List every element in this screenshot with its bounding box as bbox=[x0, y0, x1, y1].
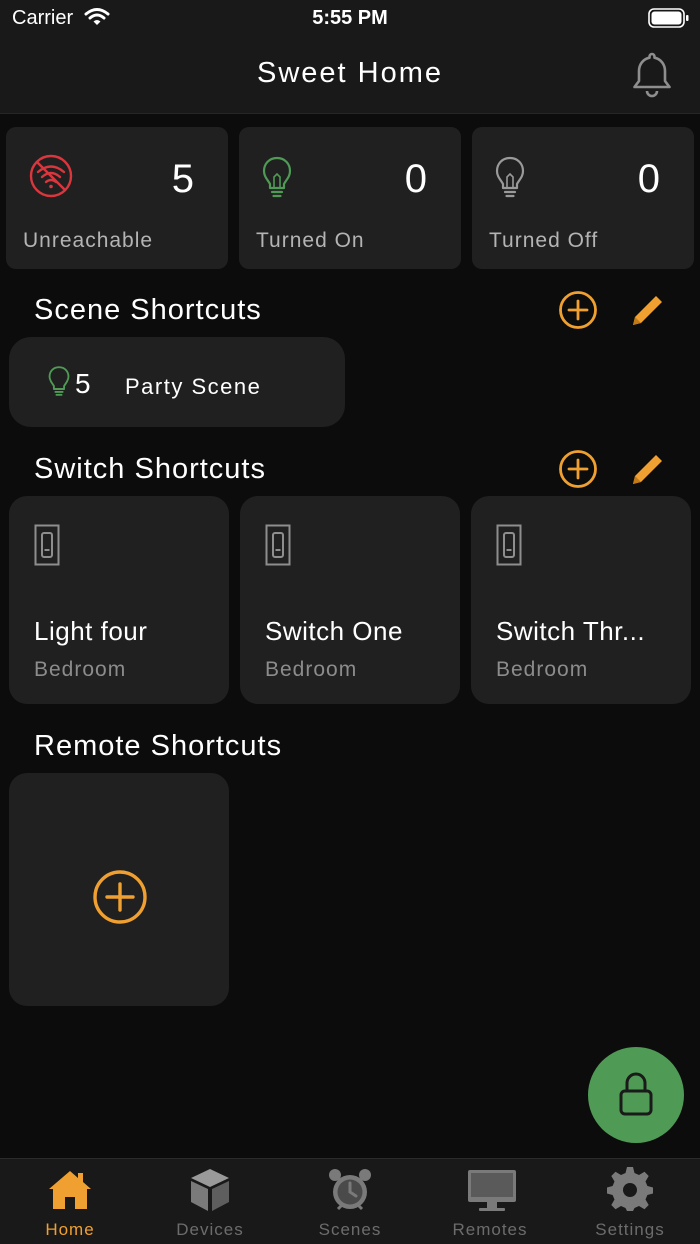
pencil-icon bbox=[633, 296, 662, 325]
pencil-icon bbox=[633, 455, 662, 484]
wall-switch-icon bbox=[34, 524, 60, 571]
bulb-off-icon bbox=[494, 155, 526, 204]
wall-switch-icon bbox=[265, 524, 291, 571]
plus-circle-icon bbox=[92, 869, 148, 930]
scene-device-count: 5 bbox=[75, 368, 91, 399]
switch-room: Bedroom bbox=[265, 658, 358, 681]
switch-name: Switch One bbox=[265, 616, 403, 646]
edit-switch-shortcuts-button[interactable] bbox=[628, 451, 666, 494]
battery-icon bbox=[648, 8, 690, 33]
lock-button[interactable] bbox=[588, 1047, 684, 1143]
monitor-icon bbox=[467, 1167, 517, 1218]
scene-name: Party Scene bbox=[125, 374, 262, 399]
stat-card-turned-off[interactable]: 0 Turned Off bbox=[472, 127, 694, 269]
bell-icon[interactable] bbox=[630, 50, 674, 103]
status-time: 5:55 PM bbox=[312, 7, 388, 29]
tab-scenes[interactable]: Scenes bbox=[280, 1159, 420, 1244]
stat-label: Turned Off bbox=[489, 229, 599, 252]
stat-card-unreachable[interactable]: 5 Unreachable bbox=[6, 127, 228, 269]
edit-scene-shortcuts-button[interactable] bbox=[628, 292, 666, 335]
tab-label: Settings bbox=[595, 1220, 665, 1239]
tab-label: Home bbox=[45, 1220, 95, 1239]
lock-icon bbox=[619, 1072, 653, 1116]
tab-remotes[interactable]: Remotes bbox=[420, 1159, 560, 1244]
tab-label: Devices bbox=[176, 1220, 244, 1239]
bulb-on-icon bbox=[261, 155, 293, 204]
tab-bar: Home Devices Scenes Remotes Settings bbox=[0, 1158, 700, 1244]
add-switch-shortcut-button[interactable] bbox=[558, 449, 598, 494]
stat-label: Turned On bbox=[256, 229, 365, 252]
nav-header: Sweet Home bbox=[0, 40, 700, 114]
wifi-off-icon bbox=[28, 153, 74, 204]
stat-value: 5 bbox=[171, 157, 194, 201]
bulb-on-icon bbox=[47, 365, 71, 402]
switch-room: Bedroom bbox=[496, 658, 589, 681]
switch-shortcuts-title: Switch Shortcuts bbox=[34, 453, 266, 485]
page-title: Sweet Home bbox=[256, 57, 443, 89]
wall-switch-icon bbox=[496, 524, 522, 571]
switch-room: Bedroom bbox=[34, 658, 127, 681]
tab-label: Scenes bbox=[318, 1220, 382, 1239]
stat-label: Unreachable bbox=[23, 229, 154, 252]
gear-icon bbox=[607, 1167, 653, 1218]
cube-icon bbox=[187, 1167, 233, 1218]
switch-shortcut-card[interactable]: Light four Bedroom bbox=[9, 496, 229, 704]
status-bar: Carrier 5:55 PM bbox=[0, 0, 700, 40]
stat-value: 0 bbox=[404, 157, 427, 201]
remote-shortcuts-title: Remote Shortcuts bbox=[34, 730, 283, 762]
scene-shortcuts-title: Scene Shortcuts bbox=[34, 294, 262, 326]
tab-label: Remotes bbox=[452, 1220, 528, 1239]
plus-circle-icon bbox=[559, 450, 597, 488]
add-scene-shortcut-button[interactable] bbox=[558, 290, 598, 335]
stat-value: 0 bbox=[637, 157, 660, 201]
switch-shortcut-card[interactable]: Switch One Bedroom bbox=[240, 496, 460, 704]
tab-settings[interactable]: Settings bbox=[560, 1159, 700, 1244]
home-icon bbox=[47, 1167, 93, 1218]
switch-name: Light four bbox=[34, 616, 148, 646]
stat-card-turned-on[interactable]: 0 Turned On bbox=[239, 127, 461, 269]
switch-name: Switch Thr... bbox=[496, 616, 646, 646]
add-remote-shortcut-card[interactable] bbox=[9, 773, 229, 1006]
alarm-clock-icon bbox=[327, 1167, 373, 1218]
switch-shortcut-card[interactable]: Switch Thr... Bedroom bbox=[471, 496, 691, 704]
plus-circle-icon bbox=[559, 291, 597, 329]
tab-devices[interactable]: Devices bbox=[140, 1159, 280, 1244]
tab-home[interactable]: Home bbox=[0, 1159, 140, 1244]
scene-shortcut-card[interactable]: 5 Party Scene bbox=[9, 337, 345, 427]
